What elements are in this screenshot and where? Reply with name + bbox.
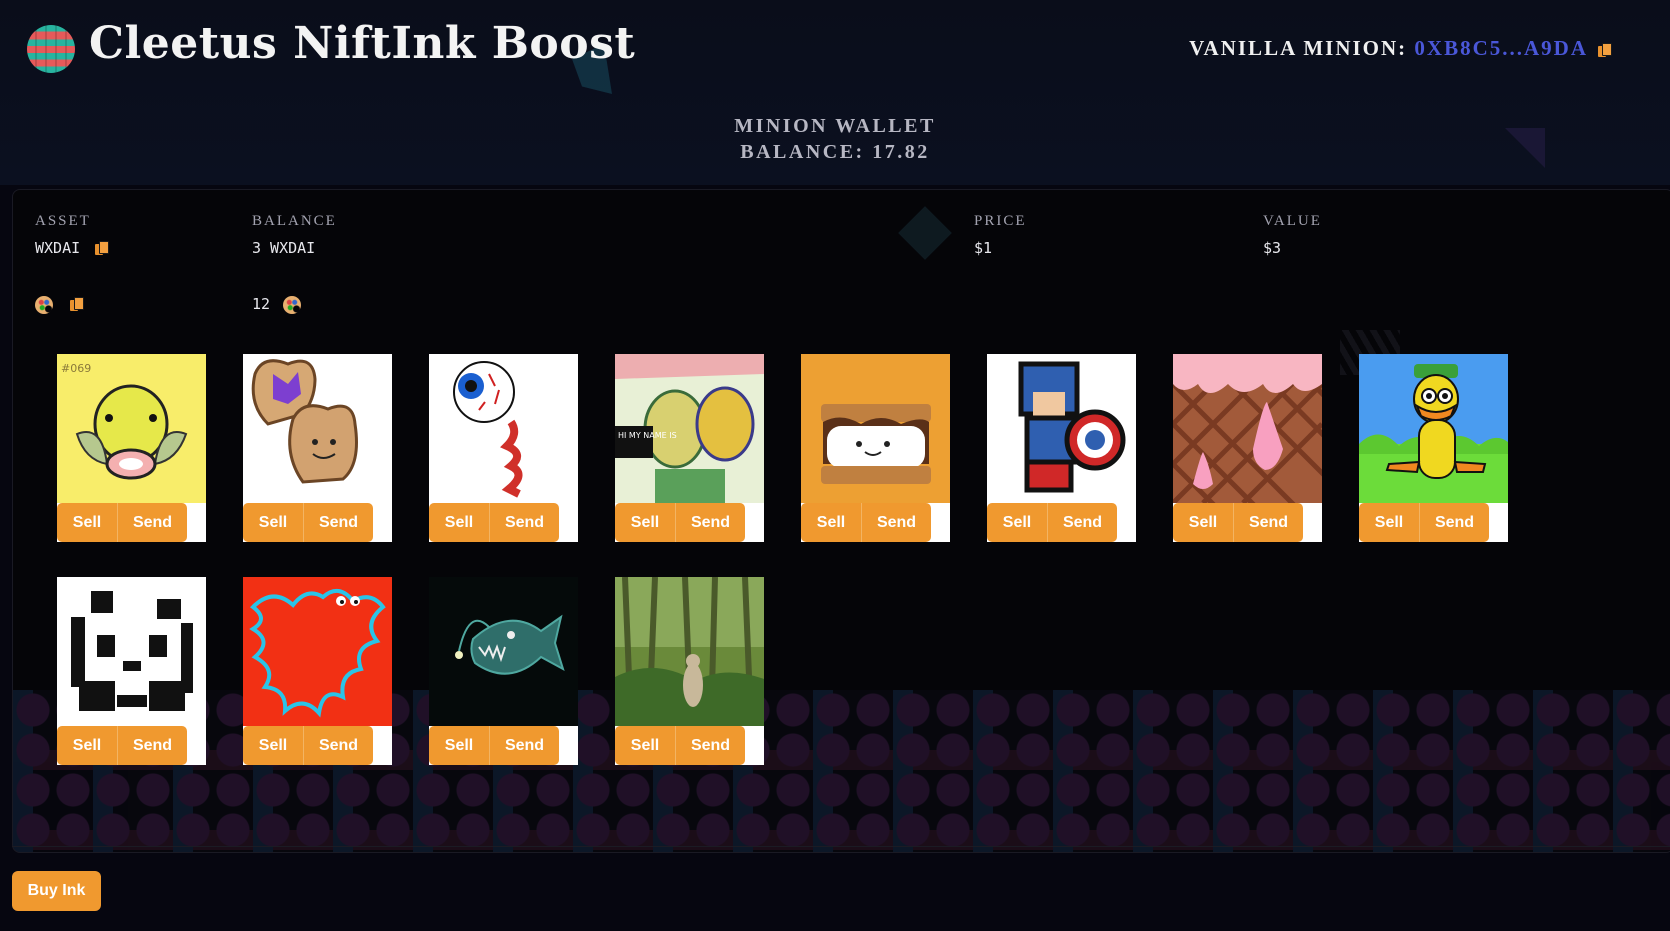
nft-image-blue-squiggle-on-red[interactable] [243, 577, 392, 726]
nft-card: Sell Send [57, 577, 206, 765]
logo-icon[interactable] [27, 25, 75, 73]
wallet-balance: BALANCE: 17.82 [740, 141, 930, 163]
sell-button[interactable]: Sell [429, 726, 489, 765]
nft-image-anglerfish[interactable] [429, 577, 578, 726]
asset-cell [35, 295, 85, 314]
divider [12, 846, 1670, 847]
ink-balance: 12 [252, 295, 271, 313]
nft-card: HI MY NAME IS Sell Send [615, 354, 764, 542]
nft-image-eyeball[interactable] [429, 354, 578, 503]
send-button[interactable]: Send [1047, 503, 1117, 542]
asset-name: WXDAI [35, 239, 81, 257]
nft-image-pb-and-jelly-toast[interactable] [243, 354, 392, 503]
nft-card: Sell Send [243, 354, 392, 542]
sell-button[interactable]: Sell [429, 503, 489, 542]
send-button[interactable]: Send [675, 726, 745, 765]
asset-cell: WXDAI [35, 239, 110, 257]
column-header-asset: ASSET [35, 213, 91, 229]
sell-button[interactable]: Sell [57, 503, 117, 542]
send-button[interactable]: Send [1233, 503, 1303, 542]
nft-image-pixel-panda[interactable] [57, 577, 206, 726]
buy-ink-button[interactable]: Buy Ink [12, 871, 101, 911]
balance-cell: 3 WXDAI [252, 239, 316, 257]
nft-card: Sell Send [1359, 354, 1508, 542]
wallet-title: MINION WALLET [734, 115, 936, 137]
column-header-price: PRICE [974, 213, 1027, 229]
send-button[interactable]: Send [1419, 503, 1489, 542]
sell-button[interactable]: Sell [1173, 503, 1233, 542]
sell-button[interactable]: Sell [801, 503, 861, 542]
balance-cell: 12 [252, 295, 302, 314]
send-button[interactable]: Send [489, 726, 559, 765]
nft-label: HI MY NAME IS [618, 431, 677, 440]
nft-card: Sell Send [987, 354, 1136, 542]
minion-label: VANILLA MINION: [1189, 36, 1408, 60]
nft-image-graffiti-faces[interactable]: HI MY NAME IS [615, 354, 764, 503]
sell-button[interactable]: Sell [615, 503, 675, 542]
nft-card: Sell Send [615, 577, 764, 765]
nft-card: Sell Send [243, 577, 392, 765]
price-cell: $1 [974, 239, 993, 257]
column-header-value: VALUE [1263, 213, 1322, 229]
nft-image-smore[interactable] [801, 354, 950, 503]
app-title: Cleetus NiftInk Boost [89, 18, 636, 69]
send-button[interactable]: Send [489, 503, 559, 542]
sell-button[interactable]: Sell [987, 503, 1047, 542]
send-button[interactable]: Send [675, 503, 745, 542]
copy-icon[interactable] [70, 297, 85, 312]
send-button[interactable]: Send [117, 503, 187, 542]
send-button[interactable]: Send [117, 726, 187, 765]
nft-card: Sell Send [429, 354, 578, 542]
nft-image-yellow-duck[interactable] [1359, 354, 1508, 503]
nft-card: Sell Send [429, 577, 578, 765]
minion-address-bar: VANILLA MINION: 0XB8C5...A9DA [1189, 36, 1612, 61]
copy-icon[interactable] [95, 241, 110, 256]
send-button[interactable]: Send [861, 503, 931, 542]
sell-button[interactable]: Sell [615, 726, 675, 765]
nft-card: Sell Send [1173, 354, 1322, 542]
sell-button[interactable]: Sell [1359, 503, 1419, 542]
sell-button[interactable]: Sell [243, 503, 303, 542]
send-button[interactable]: Send [303, 726, 373, 765]
value-cell: $3 [1263, 239, 1282, 257]
nft-image-ice-cream-cone[interactable] [1173, 354, 1322, 503]
nft-card: Sell Send [801, 354, 950, 542]
palette-icon [35, 295, 53, 314]
sell-button[interactable]: Sell [57, 726, 117, 765]
send-button[interactable]: Send [303, 503, 373, 542]
sell-button[interactable]: Sell [243, 726, 303, 765]
nft-card: #069 Sell Send [57, 354, 206, 542]
minion-address[interactable]: 0XB8C5...A9DA [1414, 36, 1588, 60]
nft-label: #069 [61, 362, 91, 375]
column-header-balance: BALANCE [252, 213, 337, 229]
nft-image-yellow-bellsprout[interactable]: #069 [57, 354, 206, 503]
palette-icon [283, 295, 302, 314]
copy-icon[interactable] [1598, 42, 1612, 58]
nft-image-pixel-captain[interactable] [987, 354, 1136, 503]
nft-image-jungle-scene[interactable] [615, 577, 764, 726]
wallet-summary: MINION WALLET BALANCE: 17.82 [0, 113, 1670, 165]
